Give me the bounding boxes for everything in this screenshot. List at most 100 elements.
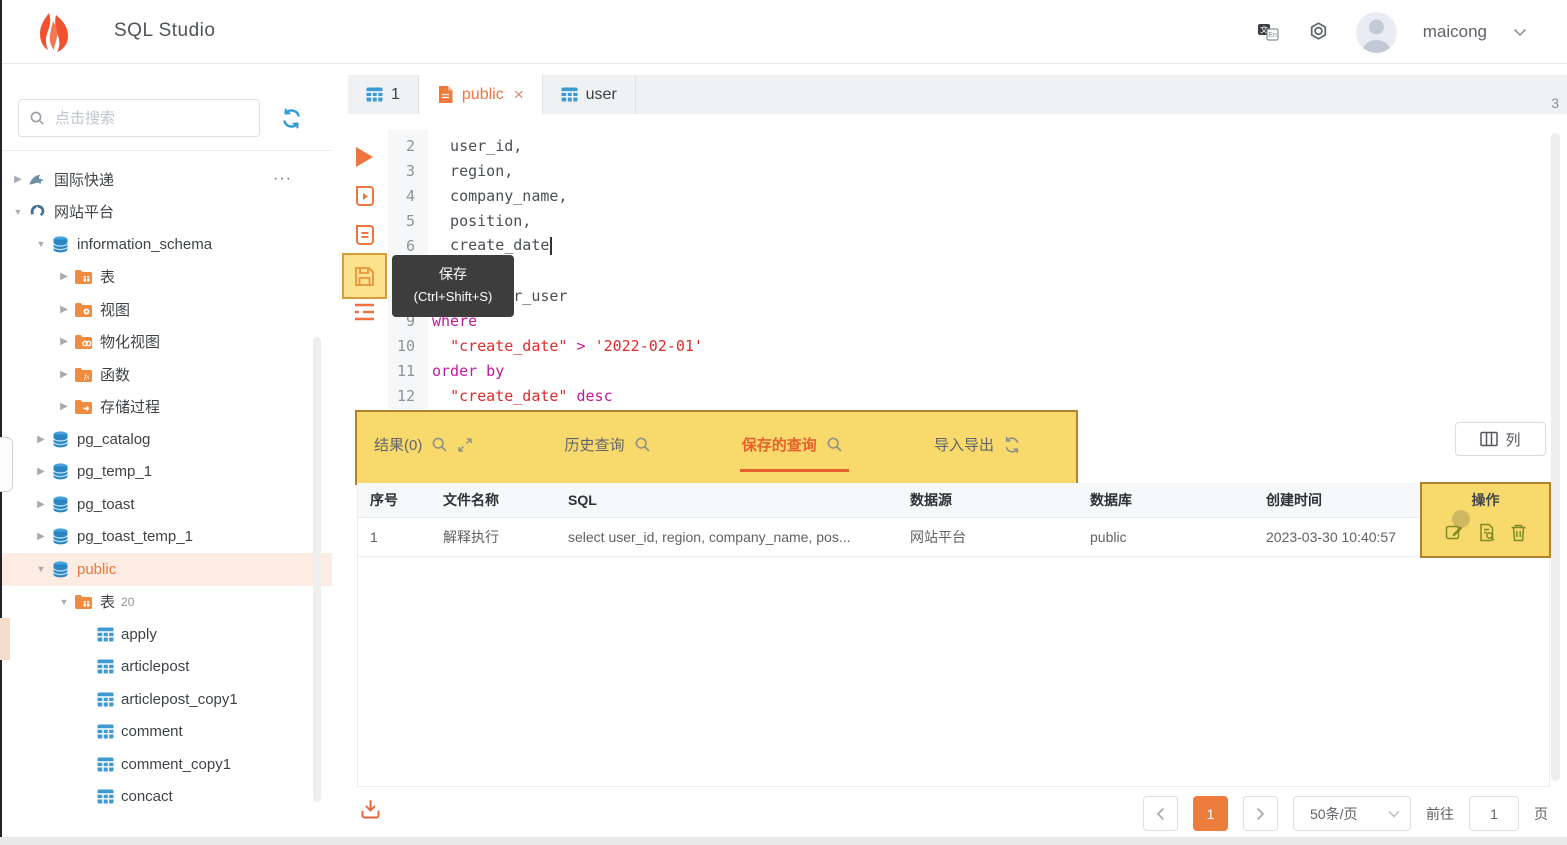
next-page-button[interactable] — [1243, 796, 1278, 831]
prev-page-button[interactable] — [1143, 796, 1178, 831]
sidebar-scrollbar[interactable] — [313, 337, 321, 802]
tree-item-apply[interactable]: apply — [0, 618, 332, 651]
line-number: 12 — [388, 387, 428, 405]
tree-item-articlepost[interactable]: articlepost — [0, 651, 332, 684]
expand-icon[interactable] — [457, 437, 473, 453]
collapse-arrow-icon[interactable]: ▼ — [33, 564, 49, 574]
tree-item-物化视图[interactable]: ▶ 物化视图 — [0, 326, 332, 359]
sidebar-search-box[interactable] — [18, 99, 260, 137]
chevron-down-icon[interactable] — [1513, 28, 1527, 37]
translate-icon[interactable]: 文 En — [1257, 21, 1281, 43]
tree-item-articlepost_copy1[interactable]: articlepost_copy1 — [0, 683, 332, 716]
tree-item-网站平台[interactable]: ▼网站平台 — [0, 196, 332, 229]
tree-item-pg_temp_1[interactable]: ▶pg_temp_1 — [0, 456, 332, 489]
table-cell: public — [1078, 518, 1254, 557]
tree-item-label: 物化视图 — [100, 331, 160, 352]
table-cell: 1 — [358, 518, 431, 557]
columns-button[interactable]: 列 — [1455, 422, 1546, 456]
table-row[interactable]: 1解释执行select user_id, region, company_nam… — [358, 518, 1549, 557]
avatar[interactable] — [1356, 12, 1397, 53]
editor-tab-user[interactable]: user — [543, 75, 636, 114]
save-button-highlight[interactable] — [342, 253, 387, 299]
code-text: create_date — [428, 236, 552, 255]
save-icon[interactable] — [353, 265, 376, 288]
results-tab-历史查询[interactable]: 历史查询 — [565, 434, 651, 455]
expand-arrow-icon[interactable]: ▶ — [56, 336, 72, 347]
column-header-创建时间: 创建时间 — [1254, 483, 1421, 518]
expand-arrow-icon[interactable]: ▶ — [33, 434, 49, 445]
editor-tab-public[interactable]: public× — [419, 75, 543, 114]
expand-arrow-icon[interactable]: ▶ — [56, 304, 72, 315]
collapse-arrow-icon[interactable]: ▼ — [33, 239, 49, 249]
collapse-arrow-icon[interactable]: ▼ — [56, 597, 72, 607]
code-text: region, — [428, 162, 513, 180]
collapse-arrow-icon[interactable]: ▼ — [10, 207, 26, 217]
tree-item-label: pg_toast_temp_1 — [77, 528, 193, 545]
more-actions-icon[interactable]: ··· — [273, 170, 292, 188]
expand-arrow-icon[interactable]: ▶ — [10, 174, 26, 185]
expand-arrow-icon[interactable]: ▶ — [56, 369, 72, 380]
sync-icon[interactable] — [1003, 436, 1021, 454]
line-number: 2 — [388, 137, 428, 155]
expand-arrow-icon[interactable]: ▶ — [56, 401, 72, 412]
tree-item-表[interactable]: ▶表 — [0, 261, 332, 294]
tree-item-comment[interactable]: comment — [0, 716, 332, 749]
sql-studio-app: SQL Studio 文 En — [0, 0, 1567, 845]
results-toolbar-highlight: 结果(0) 历史查询 保存的查询 导入导出 — [355, 410, 1078, 485]
search-icon[interactable] — [634, 436, 651, 453]
run-icon[interactable] — [353, 145, 375, 169]
results-tab-结果(0)[interactable]: 结果(0) — [374, 434, 473, 455]
refresh-icon[interactable] — [280, 107, 303, 130]
expand-arrow-icon[interactable]: ▶ — [56, 271, 72, 282]
sidebar-collapse-handle[interactable] — [0, 437, 13, 492]
expand-arrow-icon[interactable]: ▶ — [33, 531, 49, 542]
delete-icon[interactable] — [1510, 523, 1527, 542]
code-text: position, — [428, 212, 531, 230]
search-input[interactable] — [53, 109, 249, 128]
run-script-icon[interactable] — [353, 184, 376, 208]
code-text: "create_date" desc — [428, 387, 613, 405]
results-tab-保存的查询[interactable]: 保存的查询 — [742, 434, 843, 455]
tree-item-表[interactable]: ▼表20 — [0, 586, 332, 619]
mysql-icon — [28, 171, 47, 188]
goto-page-input[interactable] — [1469, 796, 1519, 831]
format-icon[interactable] — [353, 302, 376, 322]
expand-arrow-icon[interactable]: ▶ — [33, 499, 49, 510]
code-line: 5 position, — [388, 208, 703, 233]
line-number: 4 — [388, 187, 428, 205]
main-scrollbar[interactable] — [1551, 133, 1560, 781]
table-icon — [97, 789, 114, 804]
code-line: 2 user_id, — [388, 133, 703, 158]
download-icon[interactable] — [360, 799, 381, 820]
settings-icon[interactable] — [1307, 21, 1330, 44]
tree-item-information_schema[interactable]: ▼information_schema — [0, 228, 332, 261]
table-icon — [97, 659, 114, 674]
current-page-button[interactable]: 1 — [1193, 796, 1228, 831]
tree-item-concact[interactable]: concact — [0, 781, 332, 814]
tree-item-comment_copy1[interactable]: comment_copy1 — [0, 748, 332, 781]
search-icon[interactable] — [826, 436, 843, 453]
code-line: 12 "create_date" desc — [388, 383, 703, 408]
tree-item-函数[interactable]: ▶fx函数 — [0, 358, 332, 391]
expand-arrow-icon[interactable]: ▶ — [33, 466, 49, 477]
tree-item-国际快递[interactable]: ▶国际快递··· — [0, 163, 332, 196]
tree-item-pg_toast_temp_1[interactable]: ▶ pg_toast_temp_1 — [0, 521, 332, 554]
tree-item-pg_catalog[interactable]: ▶pg_catalog — [0, 423, 332, 456]
editor-tab-1[interactable]: 1 — [348, 75, 419, 114]
tree-item-pg_toast[interactable]: ▶pg_toast — [0, 488, 332, 521]
explain-icon[interactable] — [353, 223, 376, 247]
actions-column-highlight: 操作 — [1420, 482, 1551, 558]
tab-label: user — [586, 86, 617, 104]
page-size-select[interactable]: 50条/页 — [1293, 796, 1411, 831]
view-sql-icon[interactable] — [1478, 523, 1496, 542]
results-tab-导入导出[interactable]: 导入导出 — [934, 434, 1021, 455]
tree-item-public[interactable]: ▼ public — [0, 553, 332, 586]
user-name[interactable]: maicong — [1423, 22, 1487, 42]
tree-item-存储过程[interactable]: ▶存储过程 — [0, 391, 332, 424]
tree-item-视图[interactable]: ▶视图 — [0, 293, 332, 326]
tree-item-label: public — [77, 561, 116, 578]
column-header-SQL: SQL — [556, 483, 898, 518]
close-icon[interactable]: × — [514, 85, 524, 105]
code-text: user_id, — [428, 137, 522, 155]
search-icon[interactable] — [431, 436, 448, 453]
